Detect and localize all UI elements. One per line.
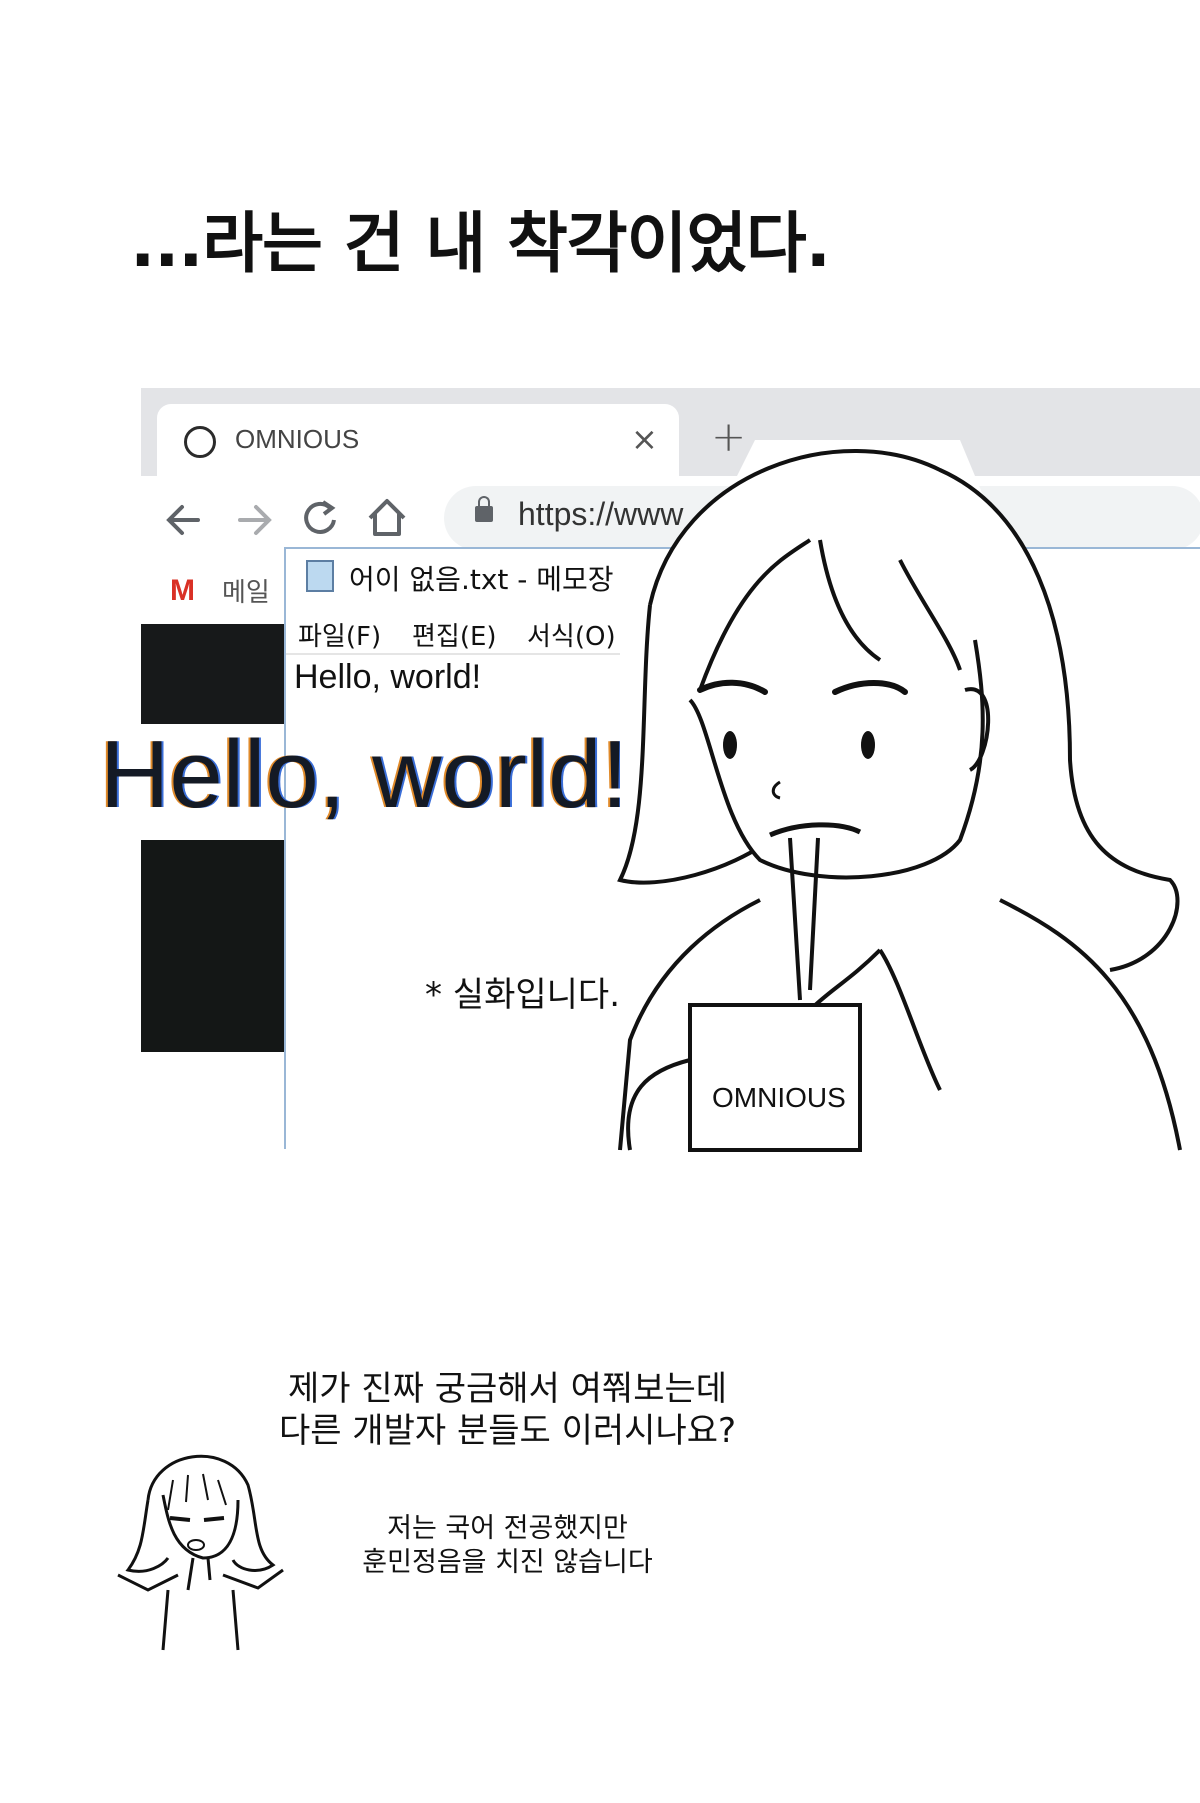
question-line-1: 제가 진짜 궁금해서 여쭤보는데: [287, 1369, 728, 1409]
notepad-title: 어이 없음.txt - 메모장: [349, 563, 614, 596]
dark-background-bottom: [141, 840, 284, 1052]
tab-title: OMNIOUS: [235, 424, 360, 454]
bookmark-label[interactable]: 메일: [222, 572, 270, 609]
forward-arrow-icon[interactable]: [230, 496, 278, 544]
mug-label: OMNIOUS: [712, 1082, 846, 1113]
notepad-icon: [306, 560, 334, 592]
dark-background-top: [141, 624, 284, 724]
menu-format[interactable]: 서식(O): [527, 616, 616, 653]
back-arrow-icon[interactable]: [160, 496, 208, 544]
aside-text: 저는 국어 전공했지만 훈민정음을 치진 않습니다: [0, 1512, 1015, 1580]
aside-line-1: 저는 국어 전공했지만: [387, 1513, 628, 1544]
page-headline: ...라는 건 내 착각이었다.: [130, 205, 831, 282]
home-icon[interactable]: [362, 492, 412, 542]
reload-icon[interactable]: [296, 494, 344, 542]
menu-edit[interactable]: 편집(E): [412, 616, 497, 653]
gmail-icon[interactable]: M: [170, 574, 195, 608]
menu-file[interactable]: 파일(F): [298, 616, 381, 653]
zoomed-hello-text: Hello, world!: [100, 721, 629, 828]
lock-icon: [475, 496, 493, 522]
aside-line-2: 훈민정음을 치진 않습니다: [362, 1547, 653, 1578]
notepad-content[interactable]: Hello, world!: [294, 658, 481, 697]
loading-circle-icon: [184, 426, 216, 458]
true-story-note: * 실화입니다.: [425, 975, 621, 1015]
character-illustration: [617, 440, 1200, 1160]
